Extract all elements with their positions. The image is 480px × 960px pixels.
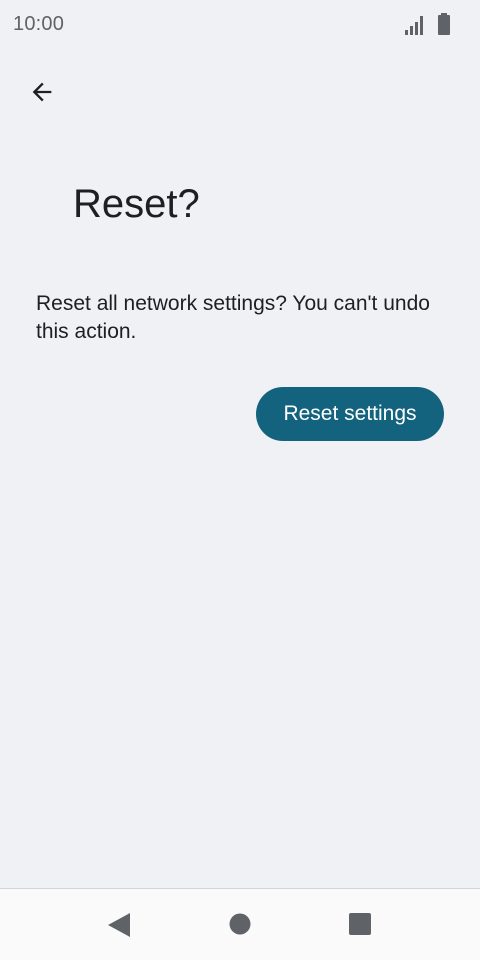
page-title: Reset? — [73, 182, 200, 226]
status-bar: 10:00 — [0, 0, 480, 50]
nav-recents-icon[interactable] — [348, 912, 372, 936]
signal-icon — [405, 16, 423, 35]
reset-settings-button[interactable]: Reset settings — [256, 387, 444, 441]
arrow-left-icon — [32, 82, 52, 102]
nav-home-icon[interactable] — [229, 913, 251, 935]
back-button[interactable] — [18, 68, 66, 116]
status-time: 10:00 — [13, 13, 65, 35]
battery-icon — [438, 13, 450, 35]
nav-back-icon[interactable] — [106, 911, 132, 939]
screen: 10:00 Reset? Reset all network settings?… — [0, 0, 480, 960]
navigation-bar — [0, 888, 480, 960]
reset-message: Reset all network settings? You can't un… — [36, 292, 430, 343]
